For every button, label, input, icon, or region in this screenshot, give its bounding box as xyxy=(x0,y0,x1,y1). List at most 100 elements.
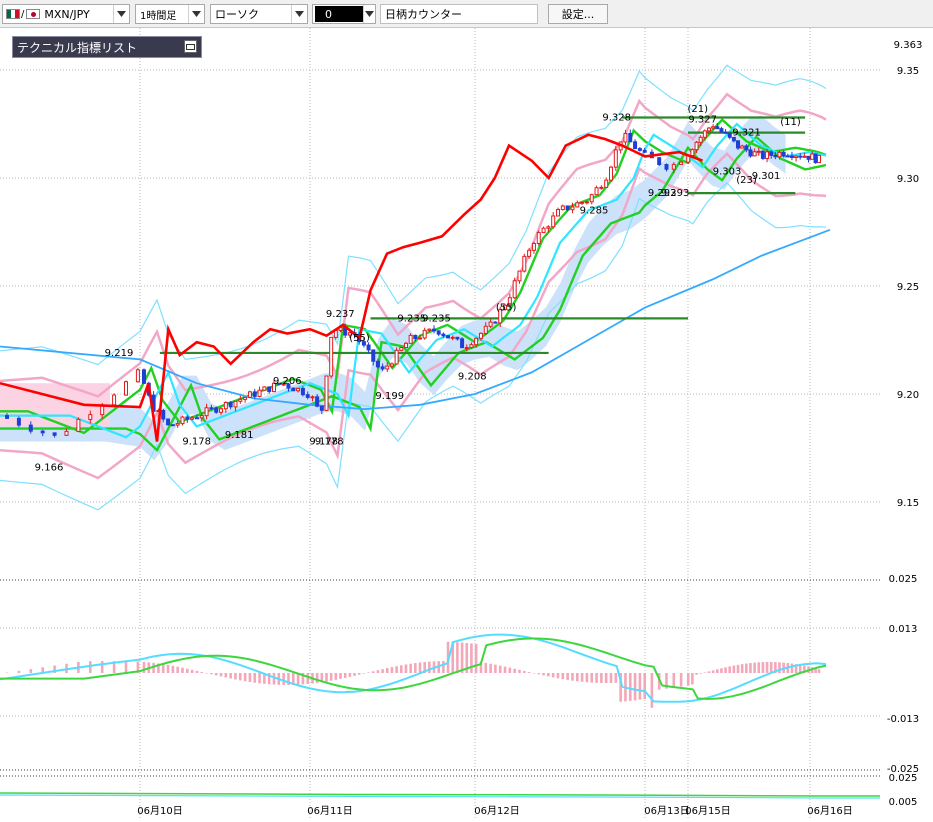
macd-histogram-bar xyxy=(460,642,464,673)
macd-histogram-bar xyxy=(753,662,756,673)
macd-histogram-bar xyxy=(765,662,769,673)
candle-down xyxy=(16,417,21,426)
candle-up xyxy=(609,166,613,181)
macd-histogram-bar xyxy=(551,673,555,678)
macd-histogram-bar xyxy=(200,671,204,673)
macd-histogram-bar xyxy=(633,673,637,701)
candle-down xyxy=(209,407,214,410)
candle-up xyxy=(243,396,248,400)
candle-up xyxy=(180,416,185,425)
macd-histogram-bar xyxy=(181,667,184,673)
candle-up xyxy=(135,369,140,383)
candle-up xyxy=(257,389,262,397)
candle-down xyxy=(5,415,9,419)
third-panel-axis-label: 0.005 xyxy=(889,797,918,808)
macd-histogram-bar xyxy=(258,673,261,684)
candle-down xyxy=(719,128,724,133)
macd-histogram-bar xyxy=(100,661,104,673)
candle-up xyxy=(817,154,821,164)
price-axis-label: 9.20 xyxy=(897,390,919,401)
candle-up xyxy=(694,141,699,151)
macd-histogram-bar xyxy=(400,665,403,673)
macd-histogram-bar xyxy=(609,673,613,683)
candle-down xyxy=(637,148,642,151)
macd-histogram-bar xyxy=(732,665,736,673)
macd-histogram-bar xyxy=(790,663,794,673)
signal-line xyxy=(0,637,827,700)
chart-style-select[interactable]: ローソク xyxy=(210,4,308,24)
macd-histogram-bar xyxy=(329,673,333,681)
macd-histogram-bar xyxy=(229,673,232,679)
macd-histogram-bar xyxy=(585,673,589,683)
macd-histogram-bar xyxy=(523,670,526,673)
macd-histogram-bar xyxy=(470,643,473,673)
macd-histogram-bar xyxy=(686,673,690,686)
price-axis-label: 9.35 xyxy=(897,66,919,77)
candle-up xyxy=(76,418,81,432)
price-annotation: (21) xyxy=(687,104,708,115)
candle-down xyxy=(185,416,190,420)
macd-histogram-bar xyxy=(282,673,285,685)
chevron-down-icon[interactable] xyxy=(291,5,307,23)
macd-histogram-bar xyxy=(442,661,445,673)
candle-up xyxy=(536,232,541,244)
candle-up xyxy=(756,150,761,153)
candle-up xyxy=(64,430,69,436)
candle-down xyxy=(194,417,199,420)
indicator-list-panel[interactable]: テクニカル指標リスト xyxy=(12,36,202,58)
macd-histogram-bar xyxy=(176,666,179,673)
macd-histogram-bar xyxy=(484,662,488,673)
macd-axis-label: 0.025 xyxy=(889,574,918,585)
chevron-down-icon[interactable] xyxy=(113,5,129,23)
macd-histogram-bar xyxy=(142,661,146,673)
macd-histogram-bar xyxy=(749,663,752,673)
macd-histogram-bar xyxy=(691,673,694,685)
candle-up xyxy=(389,363,394,367)
price-annotation: 9.206 xyxy=(273,376,302,387)
candle-up xyxy=(541,227,546,234)
macd-histogram-bar xyxy=(580,673,584,682)
candle-up xyxy=(810,153,815,160)
candle-up xyxy=(802,155,807,158)
price-annotation: 9.181 xyxy=(225,430,254,441)
candle-down xyxy=(436,330,441,335)
macd-histogram-bar xyxy=(17,670,21,673)
candle-up xyxy=(604,179,609,188)
macd-histogram-bar xyxy=(205,673,208,674)
date-axis-label: 06月12日 xyxy=(474,805,519,817)
candle-down xyxy=(170,424,175,427)
macd-histogram-bar xyxy=(643,673,647,699)
chevron-down-icon[interactable] xyxy=(362,5,375,23)
macd-histogram-bar xyxy=(715,669,719,673)
timeframe-select[interactable]: 1時間足 xyxy=(135,4,205,24)
candle-up xyxy=(175,423,180,426)
macd-histogram-bar xyxy=(679,673,683,687)
minimize-icon[interactable] xyxy=(184,40,197,53)
candle-up xyxy=(488,321,493,327)
macd-histogram-bar xyxy=(604,673,608,684)
candle-up xyxy=(329,336,334,377)
candle-up xyxy=(584,201,589,204)
candle-up xyxy=(324,375,329,411)
macd-histogram-bar xyxy=(769,662,773,673)
macd-histogram-bar xyxy=(219,673,223,677)
symbol-select[interactable]: / MXN/JPY xyxy=(2,4,130,24)
macd-histogram-bar xyxy=(325,673,328,682)
settings-button[interactable]: 設定... xyxy=(548,4,608,24)
color-select[interactable]: 0 xyxy=(312,4,376,24)
macd-histogram-bar xyxy=(720,668,723,673)
macd-histogram-bar xyxy=(414,663,417,673)
candle-up xyxy=(570,206,575,211)
macd-axis-label: 0.013 xyxy=(889,624,918,635)
candle-up xyxy=(556,209,561,217)
day-counter-button[interactable]: 日柄カウンター xyxy=(380,4,538,24)
chevron-down-icon[interactable] xyxy=(188,5,204,23)
candle-down xyxy=(432,328,437,332)
macd-histogram-bar xyxy=(566,673,569,680)
candle-up xyxy=(522,255,527,272)
candle-up xyxy=(418,337,422,340)
macd-histogram-bar xyxy=(532,673,536,674)
macd-histogram-bar xyxy=(348,673,352,677)
price-annotation: 9.327 xyxy=(688,115,717,126)
candle-down xyxy=(773,154,778,158)
